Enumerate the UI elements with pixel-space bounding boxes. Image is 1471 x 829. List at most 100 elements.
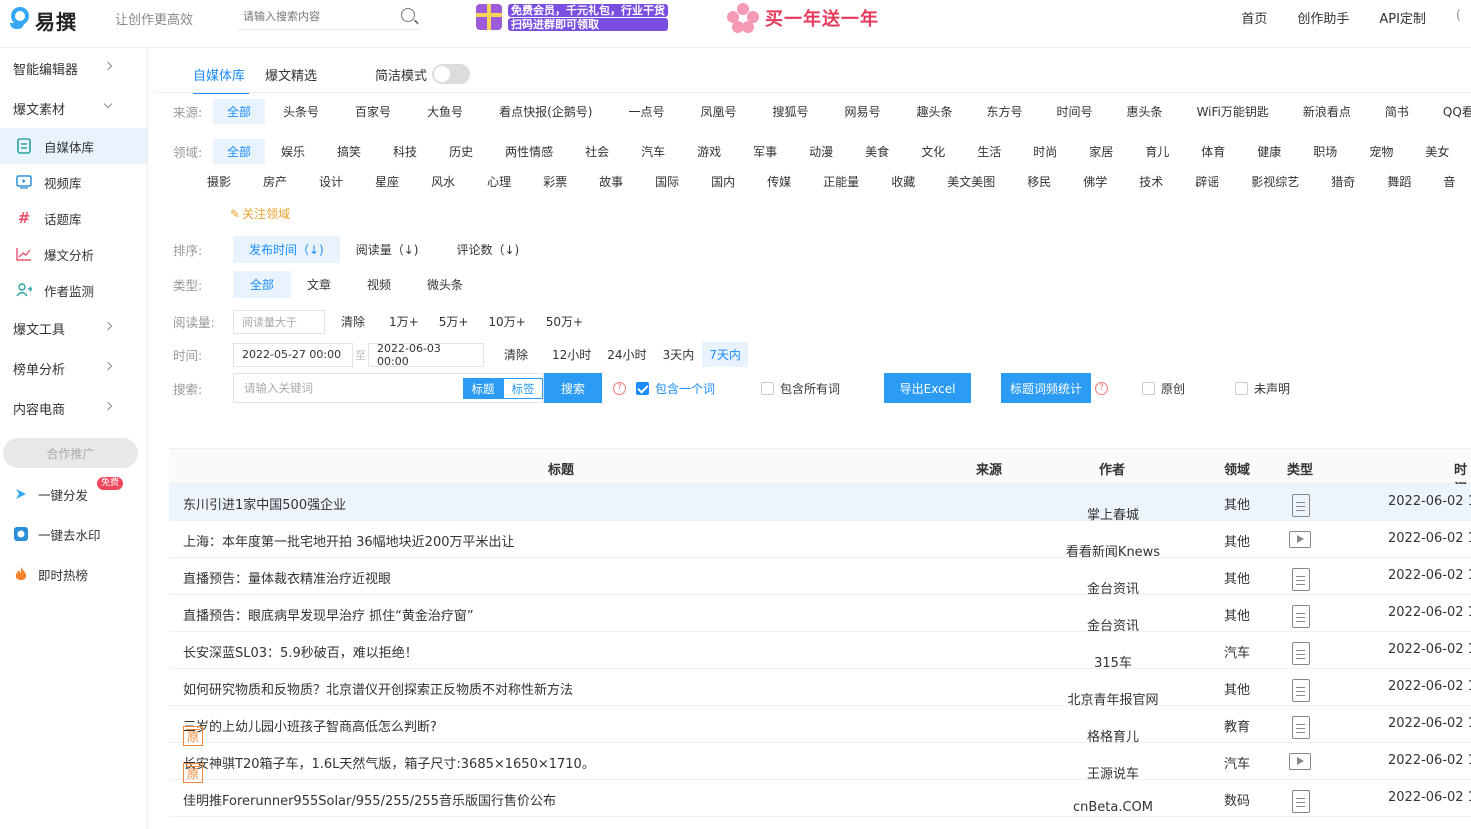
type-all[interactable]: 全部 <box>233 271 292 298</box>
source-option-8[interactable]: 网易号 <box>844 99 880 124</box>
sidebar-hot-list[interactable]: 即时热榜 <box>0 554 147 594</box>
source-option-0[interactable]: 全部 <box>213 99 266 124</box>
follow-field-link[interactable]: ✎ 关注领域 <box>230 205 290 222</box>
sort-comment-count[interactable]: 评论数（↓) <box>453 236 524 263</box>
sidebar-rank[interactable]: 榜单分析 <box>0 348 147 388</box>
tag-scope-button[interactable]: 标签 <box>503 378 543 399</box>
row-title[interactable]: 原长安神骐T20箱子车，1.6L天然气版，箱子尺寸:3685×1650×1710… <box>183 753 595 783</box>
nav-creation-assistant[interactable]: 创作助手 <box>1297 8 1349 27</box>
table-row[interactable]: 长安深蓝SL03：5.9秒破百，难以拒绝！ 315车 汽车 2022-06-02 1 <box>169 632 1471 671</box>
nav-api[interactable]: API定制 <box>1379 8 1426 27</box>
table-row[interactable]: 直播预告：量体裁衣精准治疗近视眼 金台资讯 其他 2022-06-02 1 <box>169 558 1471 597</box>
field-option-13[interactable]: 生活 <box>977 139 1001 164</box>
sort-publish-time[interactable]: 发布时间（↓) <box>233 236 340 263</box>
field-option-17[interactable]: 体育 <box>1201 139 1225 164</box>
field-option-2-14[interactable]: 移民 <box>1027 169 1051 194</box>
field-option-2-16[interactable]: 技术 <box>1139 169 1163 194</box>
read-50k[interactable]: 5万+ <box>435 309 473 334</box>
source-option-7[interactable]: 搜狐号 <box>772 99 808 124</box>
time-clear[interactable]: 清除 <box>496 342 536 367</box>
promo-banner-year[interactable]: 买一年送一年 <box>727 2 897 34</box>
top-search-input[interactable] <box>238 2 388 30</box>
field-option-0[interactable]: 全部 <box>213 139 266 164</box>
sidebar-one-click-publish[interactable]: 一键分发 免费 <box>0 474 147 514</box>
field-option-2-1[interactable]: 房产 <box>263 169 287 194</box>
time-3d[interactable]: 3天内 <box>659 342 699 367</box>
table-row[interactable]: 佳明推Forerunner955Solar/955/255/255音乐版国行售价… <box>169 780 1471 817</box>
source-option-2[interactable]: 百家号 <box>355 99 391 124</box>
field-option-2-6[interactable]: 彩票 <box>543 169 567 194</box>
source-option-10[interactable]: 东方号 <box>987 99 1023 124</box>
date-to-input[interactable]: 2022-06-03 00:00 <box>368 342 484 368</box>
source-option-1[interactable]: 头条号 <box>283 99 319 124</box>
sidebar-tools[interactable]: 爆文工具 <box>0 308 147 348</box>
field-option-2-10[interactable]: 传媒 <box>767 169 791 194</box>
sidebar-item-media-library[interactable]: 自媒体库 <box>0 128 147 164</box>
time-24h[interactable]: 24小时 <box>603 342 650 367</box>
source-option-11[interactable]: 时间号 <box>1057 99 1093 124</box>
field-option-2-7[interactable]: 故事 <box>599 169 623 194</box>
search-icon[interactable] <box>401 8 415 22</box>
field-option-12[interactable]: 文化 <box>921 139 945 164</box>
source-option-16[interactable]: QQ看点 <box>1443 99 1471 124</box>
table-row[interactable]: 直播预告：眼底病早发现早治疗 抓住“黄金治疗窗” 金台资讯 其他 2022-06-02… <box>169 595 1471 634</box>
read-500k[interactable]: 50万+ <box>542 309 587 334</box>
field-option-2-9[interactable]: 国内 <box>711 169 735 194</box>
field-option-2[interactable]: 搞笑 <box>337 139 361 164</box>
row-title[interactable]: 长安深蓝SL03：5.9秒破百，难以拒绝！ <box>183 642 418 661</box>
sidebar-ecommerce[interactable]: 内容电商 <box>0 388 147 428</box>
field-option-18[interactable]: 健康 <box>1257 139 1281 164</box>
type-micro[interactable]: 微头条 <box>423 271 467 298</box>
type-article[interactable]: 文章 <box>303 271 335 298</box>
field-option-20[interactable]: 宠物 <box>1369 139 1393 164</box>
source-option-13[interactable]: WiFi万能钥匙 <box>1197 99 1269 124</box>
source-option-3[interactable]: 大鱼号 <box>427 99 463 124</box>
field-option-2-19[interactable]: 猎奇 <box>1331 169 1355 194</box>
row-title[interactable]: 直播预告：量体裁衣精准治疗近视眼 <box>183 568 391 587</box>
table-row[interactable]: 原长安神骐T20箱子车，1.6L天然气版，箱子尺寸:3685×1650×1710… <box>169 743 1471 783</box>
source-option-5[interactable]: 一点号 <box>628 99 664 124</box>
nav-home[interactable]: 首页 <box>1241 8 1267 27</box>
field-option-2-12[interactable]: 收藏 <box>891 169 915 194</box>
field-option-4[interactable]: 历史 <box>449 139 473 164</box>
search-button[interactable]: 搜索 <box>544 373 602 403</box>
field-option-2-0[interactable]: 摄影 <box>207 169 231 194</box>
field-option-2-3[interactable]: 星座 <box>375 169 399 194</box>
field-option-3[interactable]: 科技 <box>393 139 417 164</box>
table-row[interactable]: 东川引进1家中国500强企业 掌上春城 其他 2022-06-02 1 <box>169 484 1471 523</box>
include-one-word[interactable]: 包含一个词 <box>636 380 715 397</box>
read-count-input[interactable]: 阅读量大于 <box>233 309 325 334</box>
source-option-6[interactable]: 凤凰号 <box>700 99 736 124</box>
field-option-6[interactable]: 社会 <box>585 139 609 164</box>
field-option-1[interactable]: 娱乐 <box>281 139 305 164</box>
include-all-words[interactable]: 包含所有词 <box>761 380 840 397</box>
checkbox-icon[interactable] <box>1235 381 1249 395</box>
time-12h[interactable]: 12小时 <box>548 342 595 367</box>
simple-mode-toggle[interactable] <box>432 64 471 84</box>
field-option-11[interactable]: 美食 <box>865 139 889 164</box>
help-icon[interactable]: ? <box>1095 381 1109 395</box>
field-option-7[interactable]: 汽车 <box>641 139 665 164</box>
field-option-8[interactable]: 游戏 <box>697 139 721 164</box>
field-option-2-5[interactable]: 心理 <box>487 169 511 194</box>
export-excel-button[interactable]: 导出Excel <box>884 373 972 403</box>
field-option-2-8[interactable]: 国际 <box>655 169 679 194</box>
row-title[interactable]: 直播预告：眼底病早发现早治疗 抓住“黄金治疗窗” <box>183 605 474 624</box>
checkbox-checked-icon[interactable] <box>636 381 649 395</box>
promo-banner-vip[interactable]: 免费会员，千元礼包，行业干货 扫码进群即可领取 <box>476 2 701 32</box>
field-option-2-15[interactable]: 佛学 <box>1083 169 1107 194</box>
checkbox-icon[interactable] <box>761 381 775 395</box>
source-option-14[interactable]: 新浪看点 <box>1303 99 1351 124</box>
row-title[interactable]: 佳明推Forerunner955Solar/955/255/255音乐版国行售价… <box>183 790 556 809</box>
time-7d[interactable]: 7天内 <box>702 342 748 367</box>
field-option-9[interactable]: 军事 <box>753 139 777 164</box>
checkbox-icon[interactable] <box>1142 381 1156 395</box>
source-option-15[interactable]: 简书 <box>1385 99 1409 124</box>
field-option-15[interactable]: 家居 <box>1089 139 1113 164</box>
sort-read-count[interactable]: 阅读量（↓) <box>352 236 423 263</box>
field-option-16[interactable]: 育儿 <box>1145 139 1169 164</box>
field-option-2-4[interactable]: 风水 <box>431 169 455 194</box>
tab-hot-picks[interactable]: 爆文精选 <box>265 65 317 84</box>
promo-section-button[interactable]: 合作推广 <box>3 438 138 468</box>
table-row[interactable]: 原三岁的上幼儿园小班孩子智商高低怎么判断? 格格育儿 教育 2022-06-02 1 <box>169 706 1471 746</box>
